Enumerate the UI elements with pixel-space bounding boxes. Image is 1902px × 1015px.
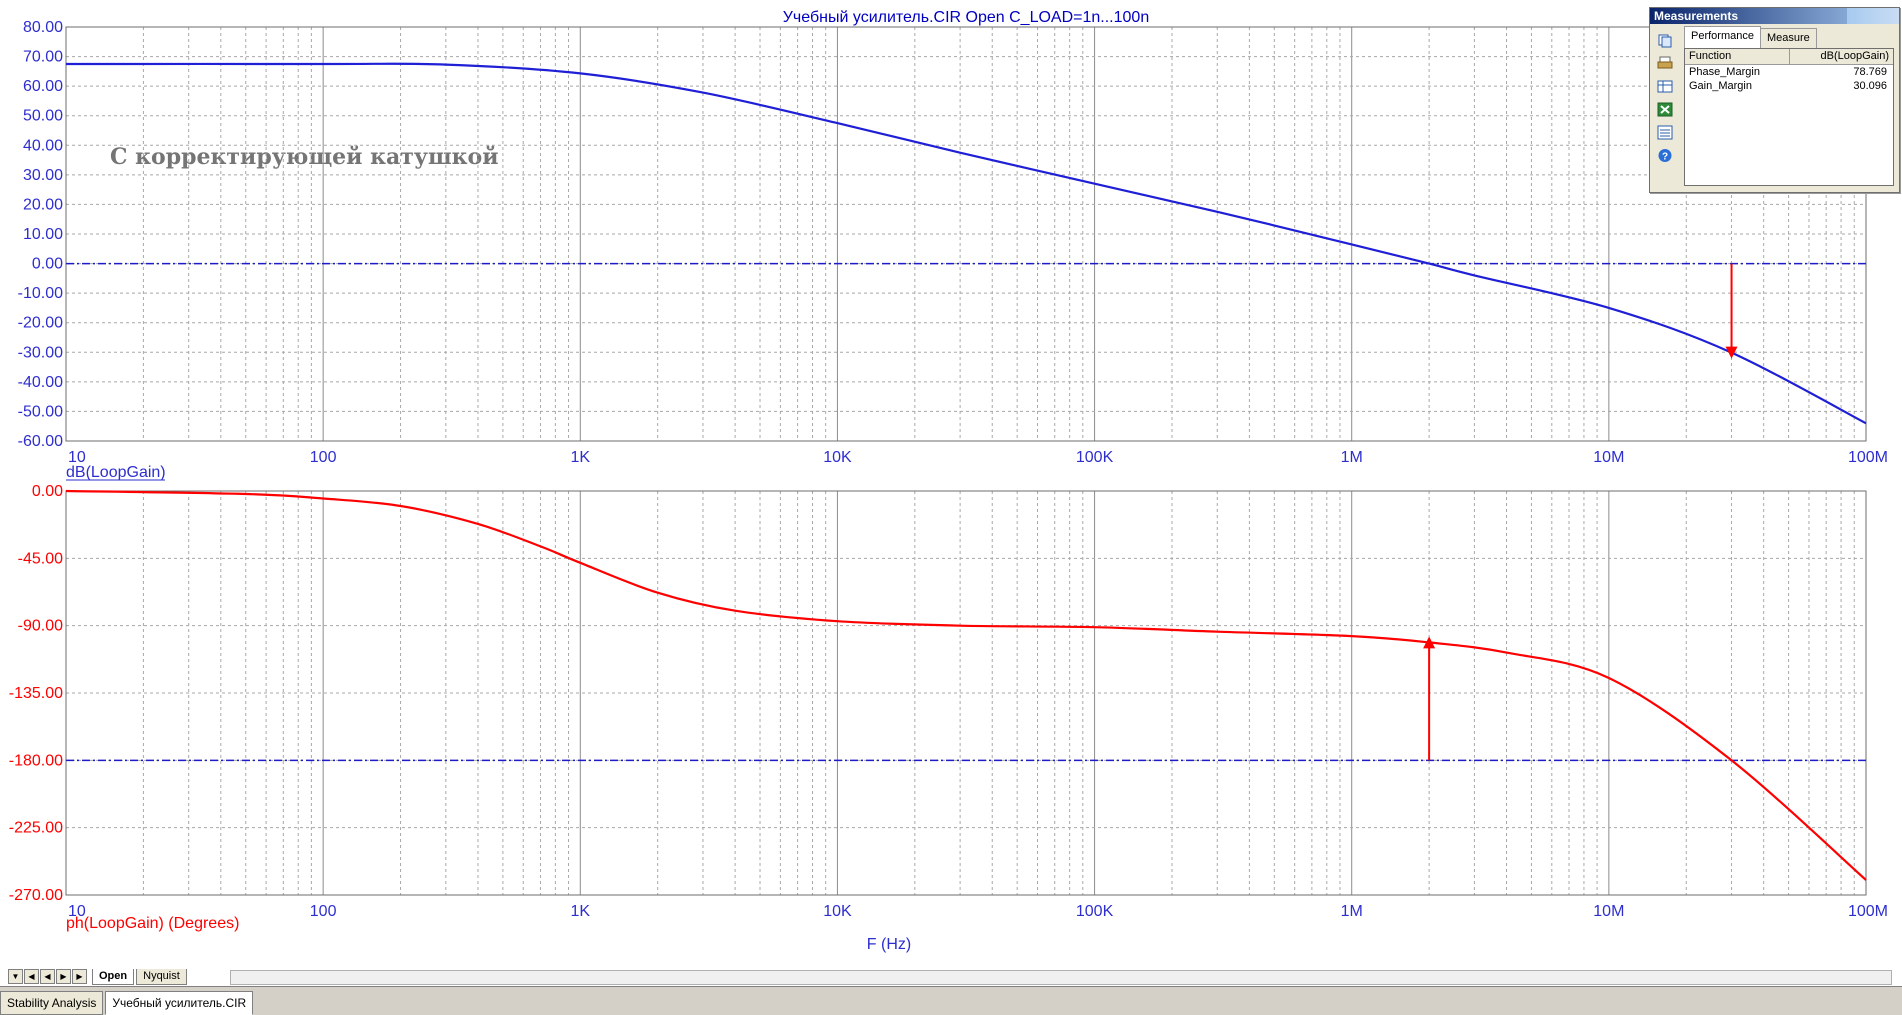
y-axis-label-phase: ph(LoopGain) (Degrees) xyxy=(66,915,239,932)
x-tick-label: 100 xyxy=(310,903,337,920)
last-sheet-button[interactable]: ▶ xyxy=(72,969,87,984)
x-tick-label: 100M xyxy=(1848,449,1888,466)
phase-plot: 0.00 -45.00 -90.00 -135.00 -180.00 -225.00 -27… xyxy=(9,483,1888,920)
y-tick-label: 70.00 xyxy=(23,49,63,66)
prev-sheet-button[interactable]: ◀ xyxy=(40,969,55,984)
first-sheet-button[interactable]: ▼ xyxy=(8,969,23,984)
measurements-panel[interactable]: Measurements ? Performance Measure Funct… xyxy=(1649,7,1900,193)
x-tick-label: 10M xyxy=(1593,903,1624,920)
x-tick-label: 1M xyxy=(1341,449,1363,466)
copy-icon[interactable] xyxy=(1656,32,1674,49)
x-tick-label: 100 xyxy=(310,449,337,466)
gain-plot: 80.00 70.00 60.00 50.00 40.00 30.00 20.00 10.00… xyxy=(18,19,1888,466)
y-tick-label: -10.00 xyxy=(18,285,63,302)
measurements-table: Function dB(LoopGain) Phase_Margin 78.76… xyxy=(1684,48,1894,186)
help-icon[interactable]: ? xyxy=(1656,147,1674,164)
y-tick-label: 60.00 xyxy=(23,78,63,95)
prev-first-button[interactable]: ◀ xyxy=(24,969,39,984)
x-tick-label: 10K xyxy=(823,903,852,920)
horizontal-scrollbar[interactable] xyxy=(230,970,1892,985)
x-tick-label: 1K xyxy=(570,903,590,920)
row-function: Gain_Margin xyxy=(1689,80,1752,92)
next-sheet-button[interactable]: ▶ xyxy=(56,969,71,984)
y-tick-label: -270.00 xyxy=(9,887,63,904)
y-tick-label: -135.00 xyxy=(9,685,63,702)
y-tick-label: -50.00 xyxy=(18,403,63,420)
export-excel-icon[interactable] xyxy=(1656,101,1674,118)
y-axis-label-gain: dB(LoopGain) xyxy=(66,464,166,481)
y-tick-label: 20.00 xyxy=(23,196,63,213)
window-tab-circuit[interactable]: Учебный усилитель.CIR xyxy=(105,991,254,1015)
tab-measure[interactable]: Measure xyxy=(1760,28,1817,48)
y-tick-label: 40.00 xyxy=(23,137,63,154)
sheet-tab-open[interactable]: Open xyxy=(92,968,135,985)
x-tick-label: 10M xyxy=(1593,449,1624,466)
y-tick-label: -20.00 xyxy=(18,315,63,332)
window-tab-bar: Stability Analysis Учебный усилитель.CIR xyxy=(0,986,1902,1015)
y-tick-label: -90.00 xyxy=(18,618,63,635)
row-value: 78.769 xyxy=(1853,66,1887,78)
x-tick-label: 1M xyxy=(1341,903,1363,920)
y-tick-label: -60.00 xyxy=(18,433,63,450)
x-tick-label: 100K xyxy=(1076,903,1114,920)
y-tick-label: 80.00 xyxy=(23,19,63,36)
x-tick-label: 10K xyxy=(823,449,852,466)
header-function[interactable]: Function xyxy=(1685,49,1790,64)
list-icon[interactable] xyxy=(1656,124,1674,141)
plot-area: Учебный усилитель.CIR Open C_LOAD=1n...1… xyxy=(9,9,1888,953)
chart-annotation: С корректирующей катушкой xyxy=(110,144,499,170)
table-icon[interactable] xyxy=(1656,78,1674,95)
y-tick-label: 0.00 xyxy=(32,483,63,500)
chart-title: Учебный усилитель.CIR Open C_LOAD=1n...1… xyxy=(783,9,1149,26)
y-tick-label: -40.00 xyxy=(18,374,63,391)
y-tick-label: 10.00 xyxy=(23,226,63,243)
y-tick-label: -45.00 xyxy=(18,550,63,567)
x-tick-label: 1K xyxy=(570,449,590,466)
x-tick-label: 100K xyxy=(1076,449,1114,466)
tab-performance[interactable]: Performance xyxy=(1684,26,1761,48)
header-value[interactable]: dB(LoopGain) xyxy=(1790,49,1893,64)
table-row[interactable]: Phase_Margin 78.769 xyxy=(1685,65,1893,79)
y-tick-label: -225.00 xyxy=(9,820,63,837)
y-tick-label: 50.00 xyxy=(23,108,63,125)
row-value: 30.096 xyxy=(1853,80,1887,92)
y-tick-label: 0.00 xyxy=(32,256,63,273)
svg-text:?: ? xyxy=(1662,152,1668,163)
sheet-navigation: ▼ ◀ ◀ ▶ ▶ Open Nyquist xyxy=(8,968,189,985)
y-tick-label: -180.00 xyxy=(9,752,63,769)
gain-series-line xyxy=(65,62,1867,425)
phase-series-line xyxy=(65,489,1867,881)
measurements-table-header: Function dB(LoopGain) xyxy=(1685,49,1893,65)
y-tick-label: 30.00 xyxy=(23,167,63,184)
measurements-title: Measurements xyxy=(1654,9,1739,23)
sheet-tab-nyquist[interactable]: Nyquist xyxy=(136,968,187,985)
title-bar-gradient xyxy=(1847,8,1899,24)
y-tick-label: -30.00 xyxy=(18,344,63,361)
row-function: Phase_Margin xyxy=(1689,66,1760,78)
table-row[interactable]: Gain_Margin 30.096 xyxy=(1685,79,1893,93)
measurements-toolbar: ? xyxy=(1656,32,1676,164)
x-tick-label: 100M xyxy=(1848,903,1888,920)
window-tab-stability-analysis[interactable]: Stability Analysis xyxy=(0,991,104,1015)
x-axis-label: F (Hz) xyxy=(867,936,911,953)
print-icon[interactable] xyxy=(1656,55,1674,72)
